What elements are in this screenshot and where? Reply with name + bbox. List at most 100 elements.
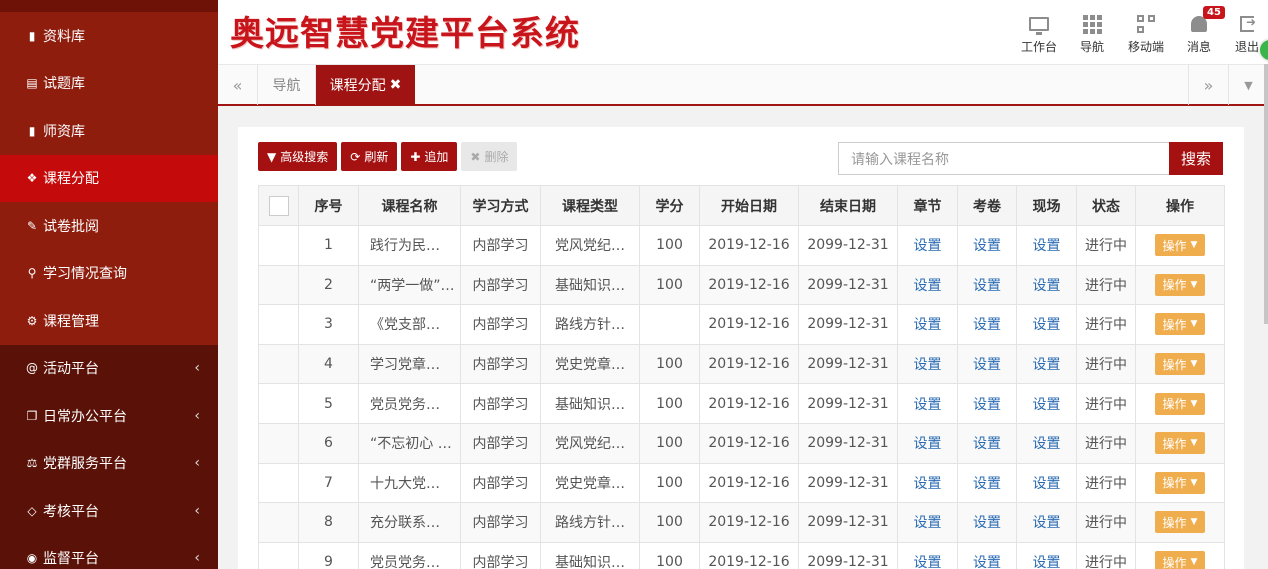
sidebar: ▮ 资料库 ▤ 试题库 ▮ 师资库 ❖ 课程分配 ✎ 试卷批阅 ⚲ 学习情况查询 ⚙ 课程管理 @ 活动平台 ‹… (0, 0, 218, 569)
cell-mode: 内部学习 (460, 264, 541, 306)
cell-chapter[interactable]: 设置 (897, 422, 958, 464)
cell-chapter[interactable]: 设置 (897, 225, 958, 266)
nav-mobile[interactable]: 移动端 (1128, 12, 1164, 55)
close-icon[interactable]: ✖ (390, 77, 402, 93)
cell-site[interactable]: 设置 (1016, 343, 1077, 385)
tab-navigation[interactable]: 导航 (258, 65, 316, 105)
cell-exam[interactable]: 设置 (957, 264, 1017, 306)
col-exam[interactable]: 考卷 (957, 185, 1017, 226)
add-button[interactable]: ✚ 追加 (401, 142, 458, 171)
operation-dropdown-button[interactable]: 操作 ▼ (1154, 471, 1206, 494)
cell-chapter[interactable]: 设置 (897, 264, 958, 306)
sidebar-item-label: 试卷批阅 (43, 218, 99, 235)
refresh-button[interactable]: ⟳ 刷新 (341, 142, 398, 171)
cell-exam[interactable]: 设置 (957, 541, 1017, 569)
nav-navigation-label: 导航 (1080, 40, 1105, 54)
tab-course-assignment[interactable]: 课程分配 ✖ (316, 65, 415, 105)
cell-start: 2019-12-16 (699, 462, 799, 504)
col-start[interactable]: 开始日期 (699, 185, 799, 226)
cell-exam[interactable]: 设置 (957, 304, 1017, 345)
course-table: 序号 课程名称 学习方式 课程类型 学分 开始日期 结束日期 章节 考卷 现场 … (258, 185, 1225, 569)
sidebar-item-1[interactable]: ▤ 试题库 (0, 59, 218, 107)
sidebar-item-3[interactable]: ❖ 课程分配 (0, 154, 218, 202)
cell-exam[interactable]: 设置 (957, 383, 1017, 424)
col-end[interactable]: 结束日期 (798, 185, 898, 226)
delete-button[interactable]: ✖ 删除 (461, 142, 518, 171)
cell-name: 党员党务… (358, 383, 461, 424)
cell-credit: 100 (639, 225, 700, 266)
cell-site[interactable]: 设置 (1016, 541, 1077, 569)
cell-chapter[interactable]: 设置 (897, 343, 958, 385)
cell-type: 路线方针… (540, 304, 640, 345)
sidebar-item-8[interactable]: ❐ 日常办公平台 ‹ (0, 392, 218, 440)
cell-exam[interactable]: 设置 (957, 343, 1017, 385)
col-no[interactable]: 序号 (298, 185, 359, 226)
sidebar-item-10[interactable]: ◇ 考核平台 ‹ (0, 487, 218, 535)
operation-dropdown-button[interactable]: 操作 ▼ (1154, 432, 1206, 455)
caret-down-icon: ▼ (1190, 240, 1198, 251)
tab-prev-button[interactable]: « (218, 65, 258, 105)
cell-chapter[interactable]: 设置 (897, 304, 958, 345)
cell-site[interactable]: 设置 (1016, 502, 1077, 543)
sidebar-item-7[interactable]: @ 活动平台 ‹ (0, 344, 218, 392)
operation-dropdown-button[interactable]: 操作 ▼ (1154, 313, 1206, 336)
nav-messages[interactable]: 45 消息 (1187, 6, 1225, 55)
cell-end: 2099-12-31 (798, 264, 898, 306)
tab-next-button[interactable]: » (1188, 65, 1228, 105)
cell-chapter[interactable]: 设置 (897, 541, 958, 569)
cell-site[interactable]: 设置 (1016, 383, 1077, 424)
operation-dropdown-button[interactable]: 操作 ▼ (1154, 511, 1206, 534)
operation-dropdown-button[interactable]: 操作 ▼ (1154, 551, 1206, 569)
pencil-icon: ✎ (26, 218, 38, 233)
sidebar-item-6[interactable]: ⚙ 课程管理 (0, 297, 218, 345)
sidebar-item-0[interactable]: ▮ 资料库 (0, 12, 218, 60)
col-site[interactable]: 现场 (1016, 185, 1077, 226)
cell-exam[interactable]: 设置 (957, 225, 1017, 266)
tab-course-assignment-label: 课程分配 (329, 78, 386, 94)
caret-down-icon: ▼ (1190, 477, 1198, 488)
cell-site[interactable]: 设置 (1016, 304, 1077, 345)
select-all-checkbox[interactable] (268, 195, 289, 216)
search-button[interactable]: 搜索 (1169, 142, 1223, 175)
course-search-input[interactable]: 请输入课程名称 (838, 142, 1169, 175)
cell-site[interactable]: 设置 (1016, 422, 1077, 464)
col-name[interactable]: 课程名称 (358, 185, 461, 226)
col-chapter[interactable]: 章节 (897, 185, 958, 226)
cell-site[interactable]: 设置 (1016, 225, 1077, 266)
sidebar-item-4[interactable]: ✎ 试卷批阅 (0, 202, 218, 250)
cell-exam[interactable]: 设置 (957, 462, 1017, 504)
at-icon: @ (26, 361, 38, 376)
chevron-left-icon: ‹ (194, 550, 200, 567)
cell-credit: 100 (639, 462, 700, 504)
sidebar-item-5[interactable]: ⚲ 学习情况查询 (0, 249, 218, 297)
cell-site[interactable]: 设置 (1016, 264, 1077, 306)
operation-dropdown-button[interactable]: 操作 ▼ (1154, 234, 1206, 257)
nav-navigation[interactable]: 导航 (1080, 12, 1104, 55)
page-scrollbar[interactable] (1264, 64, 1268, 324)
delete-label: 删除 (484, 150, 509, 164)
advanced-search-button[interactable]: ▼ 高级搜索 (258, 142, 338, 171)
sidebar-item-9[interactable]: ⚖ 党群服务平台 ‹ (0, 439, 218, 487)
operation-dropdown-button[interactable]: 操作 ▼ (1154, 392, 1206, 415)
cell-chapter[interactable]: 设置 (897, 462, 958, 504)
cell-exam[interactable]: 设置 (957, 422, 1017, 464)
col-mode[interactable]: 学习方式 (460, 185, 541, 226)
cell-exam[interactable]: 设置 (957, 502, 1017, 543)
sidebar-item-label: 日常办公平台 (43, 408, 127, 425)
col-credit[interactable]: 学分 (639, 185, 700, 226)
sidebar-item-2[interactable]: ▮ 师资库 (0, 107, 218, 155)
cell-chapter[interactable]: 设置 (897, 383, 958, 424)
operation-dropdown-button[interactable]: 操作 ▼ (1154, 273, 1206, 296)
nav-logout[interactable]: 退出 (1235, 12, 1259, 55)
cell-site[interactable]: 设置 (1016, 462, 1077, 504)
cell-chapter[interactable]: 设置 (897, 502, 958, 543)
app-title: 奥远智慧党建平台系统 (230, 14, 580, 54)
sign-out-icon (1240, 15, 1256, 32)
tab-dropdown-button[interactable]: ▼ (1228, 65, 1268, 105)
cell-status: 进行中 (1076, 304, 1136, 345)
col-status[interactable]: 状态 (1076, 185, 1136, 226)
sidebar-item-11[interactable]: ◉ 监督平台 ‹ (0, 534, 218, 569)
col-type[interactable]: 课程类型 (540, 185, 640, 226)
operation-dropdown-button[interactable]: 操作 ▼ (1154, 353, 1206, 376)
nav-workbench[interactable]: 工作台 (1021, 12, 1057, 55)
